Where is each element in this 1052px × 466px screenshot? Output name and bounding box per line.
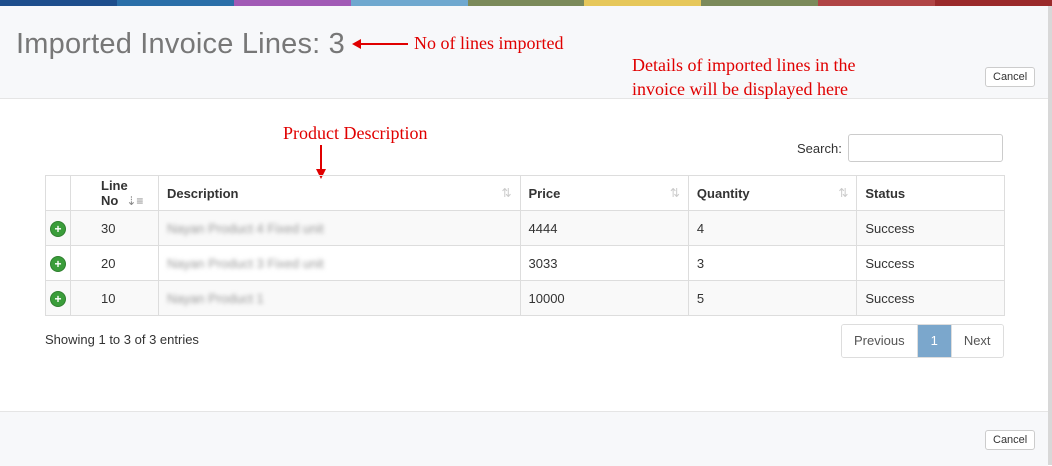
sort-desc-icon: ⇣≡	[126, 194, 144, 208]
description-cell: Nayan Product 4 Fixed unit	[157, 210, 521, 246]
pagination-next-button[interactable]: Next	[951, 325, 1003, 357]
expand-plus-icon[interactable]: +	[51, 291, 65, 306]
table-header-row: Line No ⇣≡ Description ⇅ Price ⇅ Quantity ⇅ …	[45, 175, 1005, 211]
table-row: + 10 Nayan Product 1 10000 5 Success	[45, 280, 1005, 316]
search-label: Search:	[797, 141, 842, 156]
line-no-cell: 10	[70, 280, 159, 316]
description-cell: Nayan Product 3 Fixed unit	[157, 245, 521, 281]
description-text: Nayan Product 4 Fixed unit	[166, 220, 324, 236]
description-text: Nayan Product 3 Fixed unit	[166, 255, 324, 271]
annotation-lines-imported: No of lines imported	[414, 33, 564, 53]
search-input[interactable]	[848, 134, 1003, 162]
expand-column-header	[45, 175, 71, 211]
arrow-lines-imported-icon	[352, 39, 408, 49]
table-row: + 30 Nayan Product 4 Fixed unit 4444 4 S…	[45, 210, 1005, 246]
expand-cell[interactable]: +	[45, 245, 71, 281]
footer-cancel-button[interactable]: Cancel	[985, 430, 1036, 450]
annotation-product-description: Product Description	[283, 123, 428, 143]
line-no-cell: 30	[70, 210, 159, 246]
quantity-cell: 4	[687, 210, 858, 246]
quantity-cell: 3	[687, 245, 858, 281]
status-cell: Success	[856, 210, 1005, 246]
price-cell: 10000	[519, 280, 689, 316]
price-cell: 4444	[519, 210, 689, 246]
column-header-line-no[interactable]: Line No ⇣≡	[70, 175, 159, 211]
expand-plus-icon[interactable]: +	[51, 221, 65, 236]
pagination-page-1[interactable]: 1	[917, 325, 952, 357]
column-header-label: Description	[166, 185, 239, 201]
page-title: Imported Invoice Lines: 3	[16, 28, 346, 60]
arrow-product-description-icon	[316, 145, 326, 179]
table-info: Showing 1 to 3 of 3 entries	[45, 332, 199, 347]
column-header-label: Price	[528, 185, 561, 201]
sort-icon: ⇅	[838, 186, 849, 200]
column-header-label: Line No	[101, 178, 128, 208]
column-header-quantity[interactable]: Quantity ⇅	[687, 175, 858, 211]
modal-footer: Cancel	[0, 411, 1048, 466]
column-header-label: Quantity	[696, 185, 750, 201]
column-header-status: Status	[856, 175, 1005, 211]
header-cancel-button[interactable]: Cancel	[985, 67, 1036, 87]
column-header-price[interactable]: Price ⇅	[519, 175, 689, 211]
table-row: + 20 Nayan Product 3 Fixed unit 3033 3 S…	[45, 245, 1005, 281]
price-cell: 3033	[519, 245, 689, 281]
modal-scroll-edge	[1048, 6, 1052, 465]
invoice-lines-table: Line No ⇣≡ Description ⇅ Price ⇅ Quantity ⇅ …	[45, 175, 1005, 316]
annotation-details-line2: invoice will be displayed here	[632, 79, 848, 99]
annotation-details-line1: Details of imported lines in the	[632, 55, 856, 75]
expand-plus-icon[interactable]: +	[51, 256, 65, 271]
column-header-label: Status	[865, 185, 906, 201]
status-cell: Success	[856, 245, 1005, 281]
expand-cell[interactable]: +	[45, 280, 71, 316]
expand-cell[interactable]: +	[45, 210, 71, 246]
quantity-cell: 5	[687, 280, 858, 316]
status-cell: Success	[856, 280, 1005, 316]
pagination: Previous 1 Next	[841, 324, 1004, 358]
pagination-previous-button[interactable]: Previous	[842, 325, 918, 357]
description-text: Nayan Product 1	[166, 290, 264, 306]
description-cell: Nayan Product 1	[157, 280, 521, 316]
sort-icon: ⇅	[669, 186, 680, 200]
sort-icon: ⇅	[501, 186, 512, 200]
column-header-description[interactable]: Description ⇅	[157, 175, 521, 211]
line-no-cell: 20	[70, 245, 159, 281]
